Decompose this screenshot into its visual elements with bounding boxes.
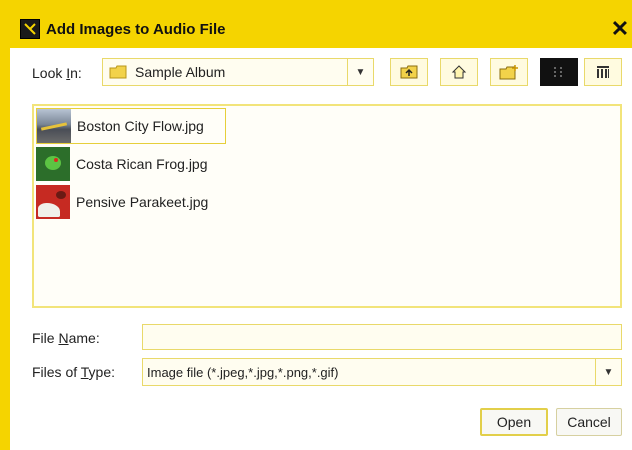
parakeet-thumbnail: [36, 185, 70, 219]
folder-icon: [109, 65, 127, 79]
file-type-select[interactable]: Image file (*.jpeg,*.jpg,*.png,*.gif) ▼: [142, 358, 622, 386]
file-name: Costa Rican Frog.jpg: [76, 156, 208, 172]
home-button[interactable]: [440, 58, 478, 86]
list-view-button[interactable]: [540, 58, 578, 86]
close-icon: ✕: [610, 16, 630, 41]
file-name: Boston City Flow.jpg: [77, 118, 204, 134]
window-title: Add Images to Audio File: [46, 20, 226, 38]
chevron-down-icon[interactable]: ▼: [347, 59, 373, 85]
list-item[interactable]: Pensive Parakeet.jpg: [36, 184, 236, 220]
file-name-label: File Name:: [32, 330, 100, 346]
new-folder-icon: [499, 65, 518, 80]
look-in-value: Sample Album: [135, 64, 226, 80]
dialog-window: Add Images to Audio File ✕ Look In: Samp…: [0, 0, 632, 450]
look-in-row: Look In: Sample Album ▼: [10, 58, 632, 90]
frog-thumbnail: [36, 147, 70, 181]
file-type-value: Image file (*.jpeg,*.jpg,*.png,*.gif): [147, 364, 339, 380]
home-icon: [451, 65, 467, 79]
close-button[interactable]: ✕: [608, 16, 632, 42]
look-in-combo[interactable]: Sample Album ▼: [102, 58, 374, 86]
file-type-label: Files of Type:: [32, 364, 116, 380]
up-folder-icon: [400, 65, 418, 79]
file-name: Pensive Parakeet.jpg: [76, 194, 209, 210]
app-logo-icon: [20, 19, 40, 39]
list-item[interactable]: Costa Rican Frog.jpg: [36, 146, 236, 182]
city-thumbnail: [37, 109, 71, 143]
file-list[interactable]: Boston City Flow.jpg Costa Rican Frog.jp…: [32, 104, 622, 308]
cancel-button[interactable]: Cancel: [556, 408, 622, 436]
open-button[interactable]: Open: [480, 408, 548, 436]
details-view-icon: [597, 66, 609, 78]
details-view-button[interactable]: [584, 58, 622, 86]
list-item[interactable]: Boston City Flow.jpg: [36, 108, 226, 144]
chevron-down-icon[interactable]: ▼: [595, 359, 621, 385]
title-bar[interactable]: Add Images to Audio File ✕: [10, 10, 632, 48]
dialog-body: Look In: Sample Album ▼ Boston City Flow…: [10, 48, 632, 450]
up-folder-button[interactable]: [390, 58, 428, 86]
file-name-input[interactable]: [142, 324, 622, 350]
new-folder-button[interactable]: [490, 58, 528, 86]
look-in-label: Look In:: [32, 65, 82, 81]
list-view-icon: [554, 67, 562, 77]
